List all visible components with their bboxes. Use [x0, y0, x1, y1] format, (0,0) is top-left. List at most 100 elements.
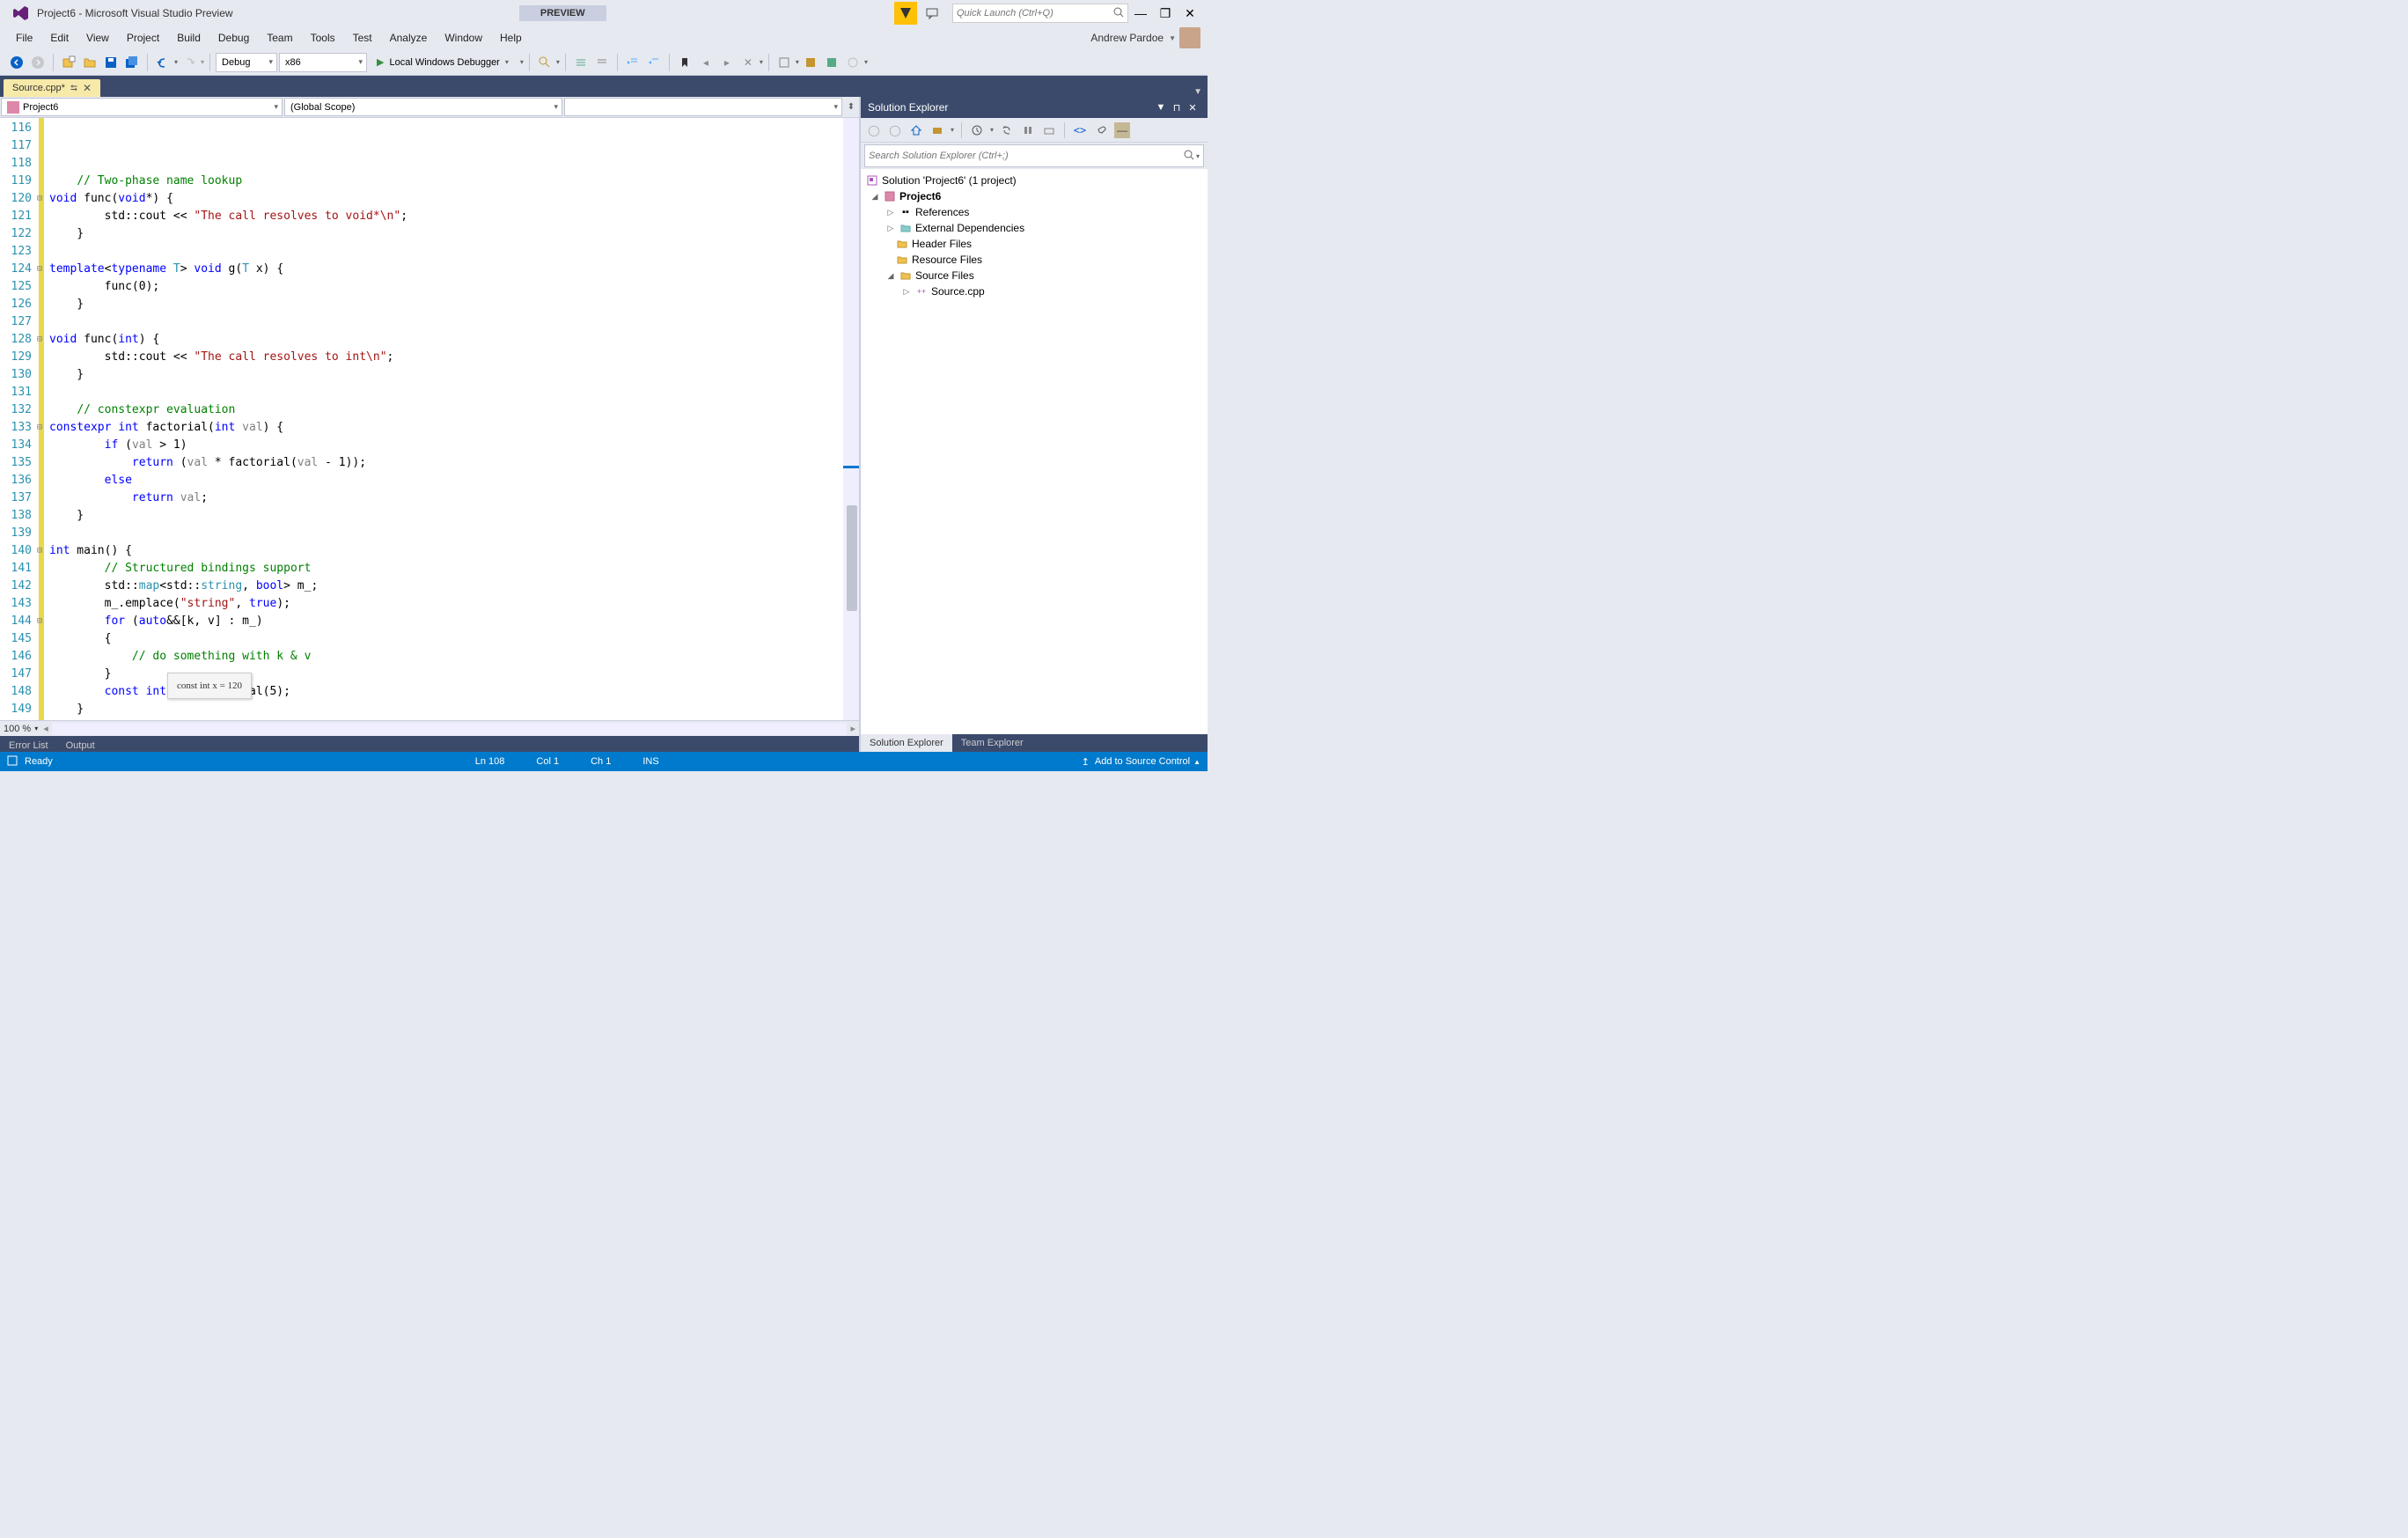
project-scope-combo[interactable]: Project6 — [1, 98, 283, 116]
tool-icon3[interactable] — [822, 53, 841, 72]
pin-panel-icon[interactable]: ⊓ — [1169, 102, 1185, 114]
solution-node[interactable]: Solution 'Project6' (1 project) — [861, 173, 1208, 188]
menu-help[interactable]: Help — [491, 28, 531, 48]
expand-arrow-icon[interactable]: ◢ — [870, 192, 880, 202]
code-content[interactable]: // Two-phase name lookup⊟void func(void*… — [44, 118, 843, 720]
collapse-arrow-icon[interactable]: ▷ — [885, 208, 896, 217]
menu-file[interactable]: File — [7, 28, 41, 48]
uncomment-button[interactable] — [592, 53, 612, 72]
save-all-button[interactable] — [122, 53, 142, 72]
publish-icon[interactable]: ↥ — [1082, 756, 1090, 768]
sx-refresh-button[interactable] — [1020, 122, 1036, 138]
project-node[interactable]: ◢ Project6 — [861, 188, 1208, 204]
quick-launch-input[interactable] — [957, 8, 1113, 18]
menu-project[interactable]: Project — [118, 28, 168, 48]
comment-button[interactable] — [571, 53, 591, 72]
document-tab[interactable]: Source.cpp* ⮀ ✕ — [4, 79, 100, 97]
resource-files-node[interactable]: Resource Files — [861, 252, 1208, 268]
start-debug-button[interactable]: ▶ Local Windows Debugger ▾ — [369, 53, 517, 72]
menu-edit[interactable]: Edit — [41, 28, 77, 48]
tab-overflow-button[interactable]: ▼ — [1188, 87, 1208, 97]
menu-team[interactable]: Team — [258, 28, 301, 48]
scope-combo-label: (Global Scope) — [290, 102, 355, 113]
outdent-button[interactable] — [644, 53, 664, 72]
bookmark-button[interactable] — [675, 53, 694, 72]
indent-button[interactable] — [623, 53, 642, 72]
notifications-icon[interactable] — [894, 2, 917, 25]
chevron-down-icon[interactable]: ▼ — [1169, 34, 1176, 42]
member-combo[interactable] — [564, 98, 842, 116]
config-combo[interactable]: Debug — [216, 53, 277, 72]
clear-bookmarks-button[interactable]: ✕ — [738, 53, 758, 72]
open-file-button[interactable] — [80, 53, 99, 72]
references-node[interactable]: ▷ ▪▪ References — [861, 204, 1208, 220]
minimize-button[interactable]: — — [1128, 1, 1153, 26]
vertical-scrollbar[interactable] — [843, 118, 859, 720]
title-bar: Project6 - Microsoft Visual Studio Previ… — [0, 0, 1208, 26]
source-files-node[interactable]: ◢ Source Files — [861, 268, 1208, 283]
code-editor[interactable]: 1161171181191201211221231241251261271281… — [0, 118, 859, 720]
menu-view[interactable]: View — [77, 28, 118, 48]
nav-back-button[interactable] — [7, 53, 26, 72]
menu-window[interactable]: Window — [436, 28, 491, 48]
document-tab-bar: Source.cpp* ⮀ ✕ ▼ — [0, 76, 1208, 97]
menu-test[interactable]: Test — [344, 28, 381, 48]
maximize-button[interactable]: ❐ — [1153, 1, 1178, 26]
horizontal-scrollbar[interactable] — [52, 723, 848, 735]
pin-icon[interactable]: ⮀ — [70, 84, 77, 93]
close-panel-icon[interactable]: ✕ — [1185, 102, 1200, 114]
expand-arrow-icon[interactable]: ◢ — [885, 271, 896, 281]
source-file-node[interactable]: ▷ ++ Source.cpp — [861, 283, 1208, 299]
tool-icon[interactable] — [775, 53, 794, 72]
nav-forward-button[interactable] — [28, 53, 48, 72]
close-button[interactable]: ✕ — [1178, 1, 1202, 26]
sx-scope-button[interactable] — [929, 122, 945, 138]
home-icon[interactable] — [908, 122, 924, 138]
solution-explorer-header: Solution Explorer ▼ ⊓ ✕ — [861, 97, 1208, 118]
tasks-icon[interactable] — [7, 755, 18, 769]
solution-explorer-search[interactable]: ▾ — [864, 144, 1204, 167]
sx-search-input[interactable] — [869, 151, 1184, 161]
scrollbar-thumb[interactable] — [847, 505, 857, 611]
prev-bookmark-button[interactable]: ◂ — [696, 53, 716, 72]
menu-analyze[interactable]: Analyze — [381, 28, 437, 48]
menu-tools[interactable]: Tools — [302, 28, 344, 48]
sx-pending-button[interactable] — [969, 122, 985, 138]
new-project-button[interactable] — [59, 53, 78, 72]
save-button[interactable] — [101, 53, 121, 72]
collapse-arrow-icon[interactable]: ▷ — [901, 287, 912, 297]
arrow-right-icon[interactable]: ▸ — [850, 723, 855, 734]
feedback-icon[interactable] — [921, 2, 943, 25]
code-view-icon[interactable]: <> — [1072, 122, 1088, 138]
tool-icon2[interactable] — [801, 53, 820, 72]
header-files-node[interactable]: Header Files — [861, 236, 1208, 252]
undo-button[interactable] — [153, 53, 173, 72]
panel-menu-button[interactable]: ▼ — [1153, 102, 1169, 113]
redo-button[interactable] — [180, 53, 199, 72]
menu-debug[interactable]: Debug — [209, 28, 258, 48]
collapse-arrow-icon[interactable]: ▷ — [885, 224, 896, 233]
close-tab-icon[interactable]: ✕ — [83, 82, 92, 94]
project-icon — [884, 190, 896, 202]
menu-build[interactable]: Build — [168, 28, 209, 48]
show-all-icon[interactable]: — — [1114, 122, 1130, 138]
split-editor-button[interactable]: ⬍ — [843, 97, 859, 117]
arrow-left-icon[interactable]: ◂ — [43, 723, 48, 734]
solution-tree[interactable]: Solution 'Project6' (1 project) ◢ Projec… — [861, 169, 1208, 734]
user-name[interactable]: Andrew Pardoe — [1085, 32, 1169, 44]
find-button[interactable] — [535, 53, 554, 72]
sync-icon[interactable] — [999, 122, 1015, 138]
sx-back-button[interactable]: ◯ — [866, 122, 882, 138]
source-control-button[interactable]: Add to Source Control — [1095, 756, 1190, 767]
properties-icon[interactable] — [1093, 122, 1109, 138]
tool-icon4[interactable] — [843, 53, 863, 72]
external-deps-node[interactable]: ▷ External Dependencies — [861, 220, 1208, 236]
user-avatar[interactable] — [1179, 27, 1200, 48]
sx-forward-button[interactable]: ◯ — [887, 122, 903, 138]
quick-launch[interactable] — [952, 4, 1128, 23]
next-bookmark-button[interactable]: ▸ — [717, 53, 737, 72]
platform-combo[interactable]: x86 — [279, 53, 367, 72]
scope-combo[interactable]: (Global Scope) — [284, 98, 562, 116]
zoom-combo[interactable]: 100 % ▾ — [4, 724, 38, 734]
collapse-all-icon[interactable] — [1041, 122, 1057, 138]
